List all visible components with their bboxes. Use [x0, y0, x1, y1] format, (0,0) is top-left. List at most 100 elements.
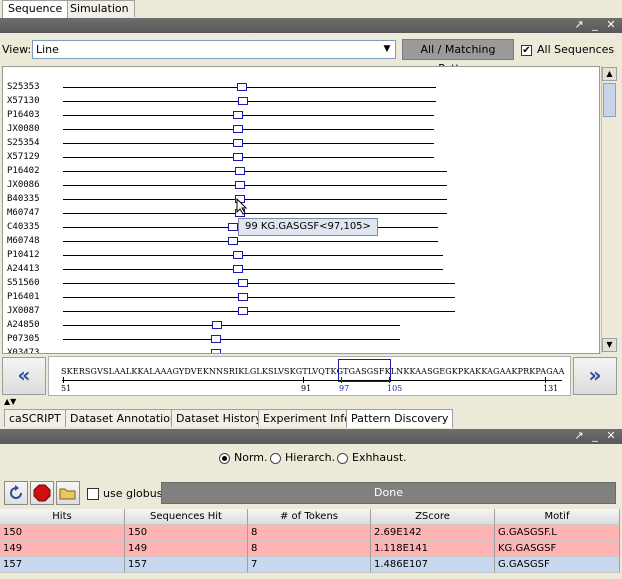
tab-sequence[interactable]: Sequence [2, 0, 69, 18]
sequence-id-label: JX0087 [7, 306, 40, 316]
cell-motif: G.GASGSF.L [495, 525, 620, 541]
previous-icon[interactable]: « [2, 357, 46, 395]
motif-match-box[interactable] [238, 307, 248, 315]
minimize-icon[interactable]: _ [589, 19, 601, 31]
tab-label: Pattern Discovery [351, 412, 449, 425]
motif-match-box[interactable] [233, 111, 243, 119]
tab-label: Simulation [70, 2, 129, 15]
scroll-down-icon[interactable]: ▼ [602, 338, 617, 352]
sequence-text: SKERSGVSLAALKKALAAAGYDVEKNNSRIKLGLKSLVSK… [61, 367, 565, 376]
motif-match-box[interactable] [233, 251, 243, 259]
ruler-number: 97 [339, 384, 350, 393]
minimize-icon[interactable]: _ [589, 430, 601, 442]
sequence-line [63, 283, 455, 284]
tab-label: Dataset Annotation [70, 412, 177, 425]
stop-button[interactable] [30, 481, 54, 505]
motif-match-box[interactable] [233, 153, 243, 161]
ruler-line [62, 380, 562, 381]
tab-cascript[interactable]: caSCRIPT [4, 409, 66, 427]
sequence-panel-header: ↗ _ ✕ [0, 18, 622, 33]
motif-match-box[interactable] [235, 167, 245, 175]
table-row[interactable]: 157 157 7 1.486E107 G.GASGSF [0, 557, 620, 573]
motif-match-box[interactable] [212, 321, 222, 329]
next-icon[interactable]: » [573, 357, 617, 395]
ruler-tick [303, 377, 304, 383]
view-select[interactable]: Line ▼ [32, 40, 396, 59]
motif-match-box[interactable] [237, 83, 247, 91]
view-select-value: Line [36, 43, 59, 56]
cell-motif: G.GASGSF [495, 557, 620, 573]
sequence-line [63, 353, 400, 354]
refresh-button[interactable] [4, 481, 28, 505]
sequence-id-label: M60747 [7, 208, 40, 218]
motif-match-box[interactable] [228, 237, 238, 245]
radio-hierarch[interactable] [270, 453, 281, 464]
tab-simulation[interactable]: Simulation [64, 0, 135, 17]
motif-match-box[interactable] [235, 181, 245, 189]
undock-icon[interactable]: ↗ [573, 430, 585, 442]
sequence-line [63, 101, 436, 102]
scroll-thumb[interactable] [603, 83, 616, 117]
radio-exhaust[interactable] [337, 453, 348, 464]
sequence-id-label: P16402 [7, 166, 40, 176]
open-folder-button[interactable] [56, 481, 80, 505]
column-header-sequences-hit[interactable]: Sequences Hit [125, 509, 248, 525]
tab-experiment-info[interactable]: Experiment Info [258, 409, 356, 427]
sequence-id-label: A24850 [7, 320, 40, 330]
refresh-icon [10, 485, 22, 499]
motif-match-box[interactable] [233, 139, 243, 147]
column-header-tokens[interactable]: # of Tokens [248, 509, 371, 525]
tab-label: Experiment Info [263, 412, 351, 425]
close-icon[interactable]: ✕ [605, 19, 617, 31]
sequence-id-label: P10412 [7, 250, 40, 260]
collapse-down-icon[interactable]: ▼ [10, 397, 16, 406]
top-tab-bar: Sequence Simulation [0, 0, 622, 18]
sequence-line [63, 199, 447, 200]
sequence-id-label: S51560 [7, 278, 40, 288]
tab-dataset-annotation[interactable]: Dataset Annotation [65, 409, 182, 427]
folder-icon [59, 488, 76, 500]
sequence-id-label: B40335 [7, 194, 40, 204]
motif-match-box[interactable] [238, 97, 248, 105]
all-matching-pattern-button[interactable]: All / Matching Pattern [402, 39, 514, 75]
motif-match-box[interactable] [233, 265, 243, 273]
radio-norm[interactable] [219, 453, 230, 464]
canvas-vertical-scrollbar[interactable]: ▲ ▼ [601, 66, 618, 354]
motif-match-box[interactable] [211, 335, 221, 343]
table-row[interactable]: 149 149 8 1.118E141 KG.GASGSF [0, 541, 620, 557]
radio-hierarch-label: Hierarch. [285, 451, 336, 464]
sequence-line [63, 157, 434, 158]
motif-match-box[interactable] [238, 293, 248, 301]
cell-zscore: 1.118E141 [371, 541, 495, 557]
sequence-strip[interactable]: SKERSGVSLAALKKALAAAGYDVEKNNSRIKLGLKSLVSK… [48, 356, 571, 396]
tab-dataset-history[interactable]: Dataset History [171, 409, 267, 427]
ruler-number: 91 [301, 384, 312, 393]
table-row[interactable]: 150 150 8 2.69E142 G.GASGSF.L [0, 525, 620, 541]
sequence-line-canvas[interactable]: S25353 X57130 P16403 JX0080 S25354 X57129 P164… [2, 66, 600, 354]
sequence-line [63, 255, 443, 256]
radio-exhaust-label: Exhhaust. [352, 451, 407, 464]
motif-match-box[interactable] [211, 349, 221, 353]
table-header-row: Hits Sequences Hit # of Tokens ZScore Mo… [0, 509, 620, 525]
column-header-zscore[interactable]: ZScore [371, 509, 495, 525]
column-header-hits[interactable]: Hits [0, 509, 125, 525]
motif-match-box[interactable] [233, 125, 243, 133]
ruler-tick [545, 377, 546, 383]
sequence-id-label: M60748 [7, 236, 40, 246]
chevron-down-icon[interactable]: ▼ [381, 41, 393, 58]
split-pane-arrows[interactable]: ▲▼ [4, 398, 34, 406]
column-header-motif[interactable]: Motif [495, 509, 620, 525]
motif-match-box[interactable] [228, 223, 238, 231]
radio-norm-label: Norm. [234, 451, 268, 464]
scroll-up-icon[interactable]: ▲ [602, 67, 617, 81]
motif-tooltip: 99 KG.GASGSF<97,105> [238, 218, 378, 236]
sequence-line [63, 129, 434, 130]
tab-pattern-discovery[interactable]: Pattern Discovery [346, 409, 454, 428]
stop-icon [33, 484, 51, 502]
use-globus-checkbox[interactable] [87, 488, 99, 500]
all-sequences-checkbox[interactable]: ✔ [521, 45, 532, 56]
sequence-line [63, 269, 443, 270]
undock-icon[interactable]: ↗ [573, 19, 585, 31]
motif-match-box[interactable] [238, 279, 248, 287]
close-icon[interactable]: ✕ [605, 430, 617, 442]
